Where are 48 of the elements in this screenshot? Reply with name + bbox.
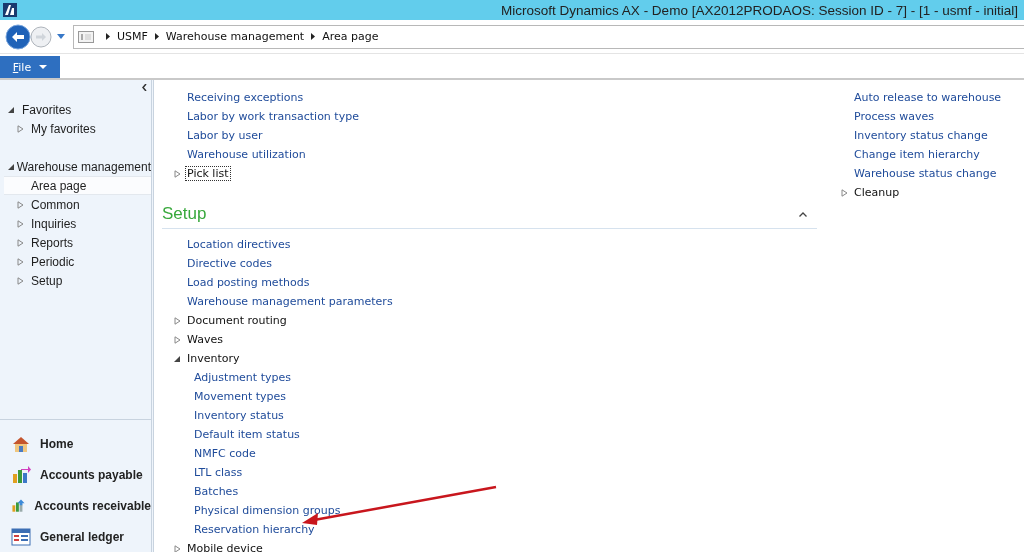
breadcrumb-item[interactable]: USMF xyxy=(117,30,148,43)
link[interactable]: Receiving exceptions xyxy=(187,91,304,104)
tree-item[interactable]: Setup xyxy=(31,273,63,288)
group-label[interactable]: Waves xyxy=(185,332,225,347)
module-button[interactable]: Home xyxy=(40,436,74,451)
breadcrumb-item[interactable]: Warehouse management xyxy=(165,30,305,43)
section-heading: Setup xyxy=(162,204,207,224)
group-label[interactable]: Inventory xyxy=(185,351,242,366)
link[interactable]: Inventory status change xyxy=(854,129,988,142)
link[interactable]: Location directives xyxy=(187,238,291,251)
link[interactable]: Inventory status xyxy=(194,409,284,422)
tree-item[interactable]: My favorites xyxy=(31,121,96,136)
link[interactable]: Warehouse utilization xyxy=(187,148,306,161)
link[interactable]: LTL class xyxy=(194,466,243,479)
group-label[interactable]: Cleanup xyxy=(852,185,902,200)
link[interactable]: Batches xyxy=(194,485,239,498)
link[interactable]: Auto release to warehouse xyxy=(854,91,1002,104)
tree-item[interactable]: Warehouse management xyxy=(16,159,151,174)
link[interactable]: Process waves xyxy=(854,110,934,123)
link[interactable]: Directive codes xyxy=(187,257,273,270)
link[interactable]: Reservation hierarchy xyxy=(194,523,315,536)
module-button[interactable]: Accounts receivable xyxy=(34,498,151,513)
tree-item[interactable]: Favorites xyxy=(22,102,72,117)
module-button[interactable]: Accounts payable xyxy=(40,467,143,482)
link[interactable]: Movement types xyxy=(194,390,287,403)
link[interactable]: Change item hierarchy xyxy=(854,148,980,161)
link[interactable]: Physical dimension groups xyxy=(194,504,341,517)
link[interactable]: Warehouse management parameters xyxy=(187,295,393,308)
tree-item[interactable]: Reports xyxy=(31,235,74,250)
address-bar[interactable]: USMF Warehouse management Area page xyxy=(73,24,1024,49)
link[interactable]: Labor by user xyxy=(187,129,263,142)
tree-item[interactable]: Common xyxy=(31,197,80,212)
window-title: Microsoft Dynamics AX - Demo [AX2012PRODAOS: Session ID - 7] - [1 - usmf - initial] xyxy=(501,2,1018,18)
group-label[interactable]: Document routing xyxy=(185,313,289,328)
tree-item[interactable]: Inquiries xyxy=(31,216,77,231)
group-label[interactable]: Pick list xyxy=(185,166,231,181)
link[interactable]: Warehouse status change xyxy=(854,167,997,180)
link[interactable]: Load posting methods xyxy=(187,276,310,289)
link[interactable]: Adjustment types xyxy=(194,371,291,384)
file-tab[interactable]: File xyxy=(0,56,60,78)
module-button[interactable]: General ledger xyxy=(40,529,125,544)
breadcrumb-item[interactable]: Area page xyxy=(322,30,379,43)
tree-item-selected[interactable]: Area page xyxy=(4,176,151,195)
link[interactable]: NMFC code xyxy=(194,447,256,460)
group-label[interactable]: Mobile device xyxy=(185,541,265,552)
tree-item[interactable]: Periodic xyxy=(31,254,75,269)
link[interactable]: Labor by work transaction type xyxy=(187,110,359,123)
link[interactable]: Default item status xyxy=(194,428,300,441)
